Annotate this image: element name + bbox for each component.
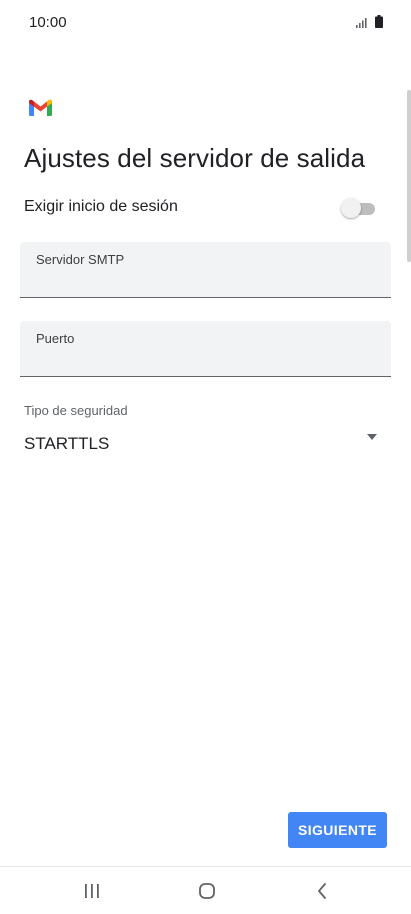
recent-apps-button[interactable] xyxy=(77,879,107,903)
security-type-value: STARTTLS xyxy=(24,434,110,453)
security-type-label: Tipo de seguridad xyxy=(24,403,128,418)
status-bar: 10:00 xyxy=(0,0,411,44)
scroll-indicator[interactable] xyxy=(407,90,411,262)
next-button[interactable]: SIGUIENTE xyxy=(288,812,387,848)
smtp-server-label: Servidor SMTP xyxy=(36,252,125,267)
smtp-server-field[interactable]: Servidor SMTP xyxy=(20,242,391,298)
dropdown-arrow-icon xyxy=(367,434,377,440)
status-icons xyxy=(356,15,383,28)
smtp-server-input[interactable] xyxy=(36,270,380,290)
port-label: Puerto xyxy=(36,331,75,346)
status-time: 10:00 xyxy=(29,14,67,31)
port-field[interactable]: Puerto xyxy=(20,321,391,377)
security-type-dropdown[interactable]: STARTTLS xyxy=(24,428,379,458)
signal-icon xyxy=(356,18,367,28)
home-button[interactable] xyxy=(192,879,222,903)
navigation-bar xyxy=(0,867,411,914)
port-input[interactable] xyxy=(36,349,380,369)
back-icon xyxy=(318,883,326,899)
require-login-label: Exigir inicio de sesión xyxy=(24,198,178,215)
recent-apps-icon xyxy=(85,884,99,898)
toggle-thumb xyxy=(341,198,361,218)
gmail-logo-icon xyxy=(29,99,52,116)
home-icon xyxy=(199,883,215,899)
require-login-row[interactable]: Exigir inicio de sesión xyxy=(24,196,379,220)
page-title: Ajustes del servidor de salida xyxy=(24,143,366,173)
battery-icon xyxy=(375,15,383,28)
require-login-toggle[interactable] xyxy=(341,198,375,218)
back-button[interactable] xyxy=(307,879,337,903)
